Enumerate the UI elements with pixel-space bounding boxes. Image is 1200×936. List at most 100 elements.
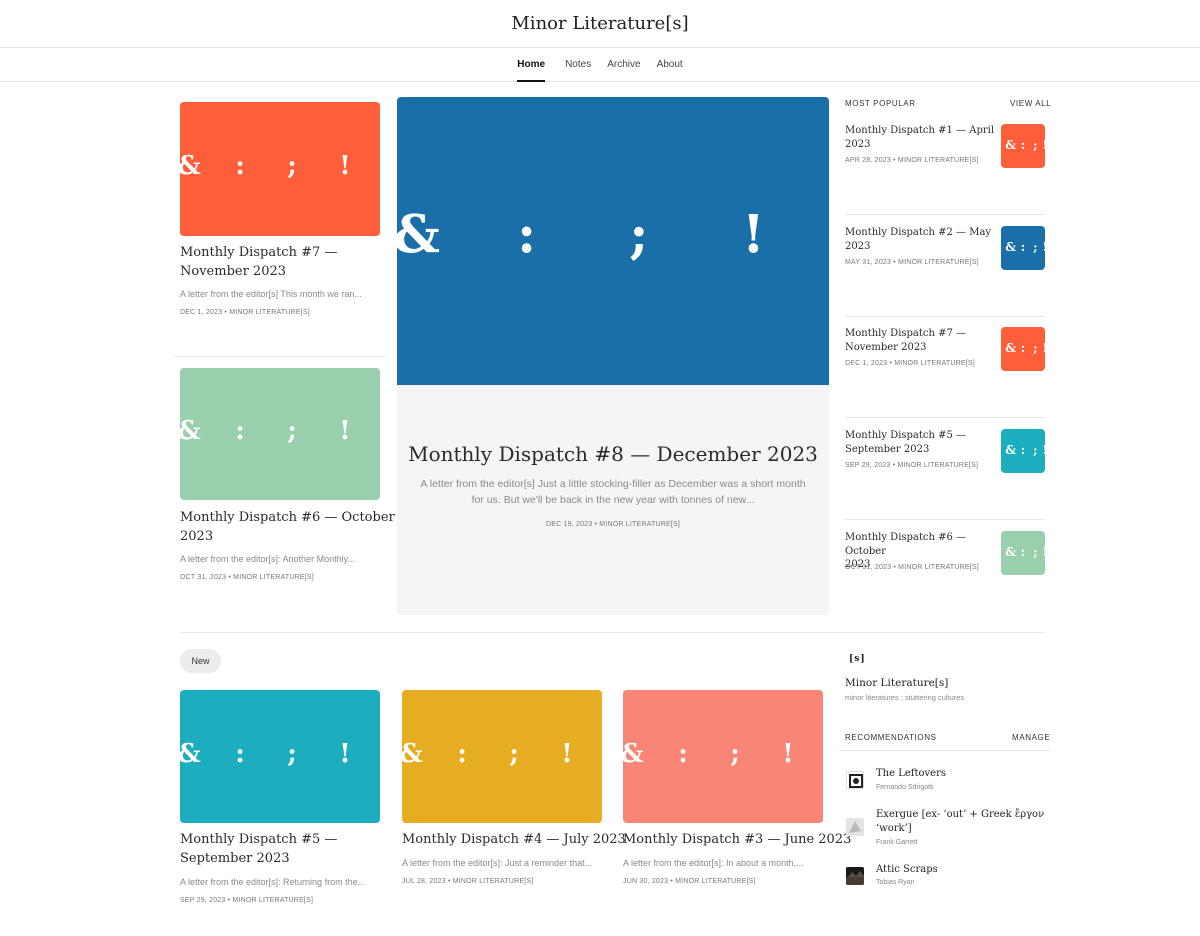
recommendation-name[interactable]: Attic Scraps bbox=[876, 863, 938, 877]
cover-glyph: ! bbox=[1042, 545, 1045, 559]
cover-glyph: ; bbox=[1033, 545, 1038, 560]
popular-item-thumbnail[interactable]: &:;! bbox=[1001, 327, 1045, 371]
cover-glyph: & bbox=[1005, 545, 1017, 560]
cover-glyph: ! bbox=[782, 738, 794, 769]
cover-glyph: ; bbox=[1033, 341, 1038, 356]
post-title[interactable]: Monthly Dispatch #6 — October 2023 bbox=[180, 509, 395, 547]
cover-glyph: & bbox=[397, 204, 440, 266]
cover-glyph: & bbox=[180, 416, 201, 446]
featured-cover-art[interactable]: &:;! bbox=[397, 97, 829, 385]
cover-glyph: : bbox=[235, 151, 245, 182]
cover-glyph: : bbox=[1020, 240, 1026, 255]
divider bbox=[845, 519, 1045, 520]
exergue-icon bbox=[846, 818, 864, 836]
divider bbox=[845, 316, 1045, 317]
cover-glyph: ; bbox=[287, 151, 297, 182]
publication-logo[interactable]: [s] bbox=[849, 654, 866, 664]
nav-notes[interactable]: Notes bbox=[559, 48, 597, 82]
cover-glyph: & bbox=[1005, 443, 1017, 458]
cover-glyph: : bbox=[235, 416, 245, 447]
publication-name[interactable]: Minor Literature[s] bbox=[845, 677, 948, 689]
popular-item-title[interactable]: Monthly Dispatch #2 — May 2023 bbox=[845, 226, 995, 253]
cover-art-yellow[interactable]: &:;! bbox=[402, 690, 602, 823]
most-popular-heading: MOST POPULAR bbox=[845, 99, 916, 108]
popular-item-thumbnail[interactable]: &:;! bbox=[1001, 226, 1045, 270]
cover-glyph: & bbox=[402, 739, 423, 769]
cover-glyph: : bbox=[516, 204, 537, 266]
post-title[interactable]: Monthly Dispatch #4 — July 2023 bbox=[402, 831, 626, 850]
cover-glyph: & bbox=[1005, 138, 1017, 153]
popular-item-meta: SEP 29, 2023 • MINOR LITERATURE[S] bbox=[845, 462, 979, 469]
cover-glyph: ; bbox=[629, 204, 649, 266]
cover-glyph: ! bbox=[1042, 138, 1045, 152]
featured-excerpt: A letter from the editor[s] Just a littl… bbox=[420, 478, 806, 507]
post-excerpt: A letter from the editor[s] This month w… bbox=[180, 289, 362, 299]
new-tag-pill[interactable]: New bbox=[180, 649, 221, 673]
popular-item-title[interactable]: Monthly Dispatch #7 — November 2023 bbox=[845, 327, 995, 354]
cover-art-teal[interactable]: &:;! bbox=[180, 690, 380, 823]
post-excerpt: A letter from the editor[s]: Another Mon… bbox=[180, 554, 355, 564]
recommendation-name[interactable]: The Leftovers bbox=[876, 767, 946, 781]
divider bbox=[845, 214, 1045, 215]
post-excerpt: A letter from the editor[s]: Returning f… bbox=[180, 877, 366, 887]
post-meta: JUL 28, 2023 • MINOR LITERATURE[S] bbox=[402, 878, 534, 885]
nav-archive[interactable]: Archive bbox=[601, 48, 646, 82]
cover-art-green[interactable]: &:;! bbox=[180, 368, 380, 500]
popular-item-thumbnail[interactable]: &:;! bbox=[1001, 531, 1045, 575]
divider bbox=[845, 417, 1045, 418]
site-title-text[interactable]: Minor Literature[s] bbox=[511, 13, 688, 34]
nav-about[interactable]: About bbox=[651, 48, 689, 82]
cover-glyph: : bbox=[1020, 545, 1026, 560]
cover-glyph: ! bbox=[741, 204, 765, 266]
popular-item-meta: APR 28, 2023 • MINOR LITERATURE[S] bbox=[845, 157, 979, 164]
post-title[interactable]: Monthly Dispatch #7 — November 2023 bbox=[180, 244, 337, 282]
recommendation-name[interactable]: Exergue [ex- ‘out’ + Greek ἔργον ‘work’] bbox=[876, 808, 1044, 836]
popular-item-thumbnail[interactable]: &:;! bbox=[1001, 429, 1045, 473]
recommendations-heading: RECOMMENDATIONS bbox=[845, 733, 937, 742]
cover-glyph: ! bbox=[1042, 240, 1045, 254]
cover-glyph: : bbox=[457, 738, 467, 769]
recommendation-author: Tobias Ryan bbox=[876, 879, 915, 886]
popular-item-meta: OCT 31, 2023 • MINOR LITERATURE[S] bbox=[845, 564, 979, 571]
featured-title[interactable]: Monthly Dispatch #8 — December 2023 bbox=[397, 442, 829, 466]
recommendation-author: Fernando Sdrigotti bbox=[876, 784, 934, 791]
cover-glyph: & bbox=[1005, 341, 1017, 356]
popular-item-title[interactable]: Monthly Dispatch #1 — April 2023 bbox=[845, 124, 995, 151]
post-excerpt: A letter from the editor[s]: In about a … bbox=[623, 858, 804, 868]
popular-item-title[interactable]: Monthly Dispatch #5 — September 2023 bbox=[845, 429, 995, 456]
popular-item-meta: MAY 31, 2023 • MINOR LITERATURE[S] bbox=[845, 259, 979, 266]
post-meta: OCT 31, 2023 • MINOR LITERATURE[S] bbox=[180, 574, 314, 581]
cover-glyph: & bbox=[180, 739, 201, 769]
nav-home[interactable]: Home bbox=[511, 48, 551, 82]
post-meta: JUN 30, 2023 • MINOR LITERATURE[S] bbox=[623, 878, 756, 885]
cover-glyph: ! bbox=[1042, 443, 1045, 457]
publication-tagline: minor literatures ; stuttering cultures bbox=[845, 693, 965, 702]
popular-item-thumbnail[interactable]: &:;! bbox=[1001, 124, 1045, 168]
main-nav: Home Notes Archive About bbox=[0, 48, 1200, 82]
divider bbox=[839, 750, 1050, 751]
post-title[interactable]: Monthly Dispatch #3 — June 2023 bbox=[623, 831, 851, 850]
cover-glyph: ! bbox=[1042, 341, 1045, 355]
cover-glyph: ; bbox=[1033, 138, 1038, 153]
cover-glyph: ; bbox=[287, 738, 297, 769]
attic-scraps-icon bbox=[846, 867, 864, 885]
manage-link[interactable]: MANAGE bbox=[1012, 733, 1050, 742]
site-title[interactable]: Minor Literature[s] bbox=[0, 0, 1200, 48]
cover-glyph: ; bbox=[730, 738, 740, 769]
cover-glyph: : bbox=[235, 738, 245, 769]
cover-glyph: ; bbox=[287, 416, 297, 447]
featured-meta: DEC 19, 2023 • MINOR LITERATURE[S] bbox=[546, 521, 680, 528]
view-all-link[interactable]: VIEW ALL bbox=[1010, 99, 1051, 108]
popular-item-meta: DEC 1, 2023 • MINOR LITERATURE[S] bbox=[845, 360, 975, 367]
post-title[interactable]: Monthly Dispatch #5 — September 2023 bbox=[180, 831, 337, 869]
cover-art-salmon[interactable]: &:;! bbox=[623, 690, 823, 823]
cover-glyph: ; bbox=[509, 738, 519, 769]
divider bbox=[174, 356, 386, 357]
cover-art-orange[interactable]: &:;! bbox=[180, 102, 380, 236]
cover-glyph: ! bbox=[339, 151, 351, 182]
cover-glyph: & bbox=[180, 151, 201, 181]
cover-glyph: ! bbox=[561, 738, 573, 769]
cover-glyph: : bbox=[1020, 138, 1026, 153]
cover-glyph: : bbox=[1020, 341, 1026, 356]
recommendation-author: Frank Garrett bbox=[876, 839, 918, 846]
